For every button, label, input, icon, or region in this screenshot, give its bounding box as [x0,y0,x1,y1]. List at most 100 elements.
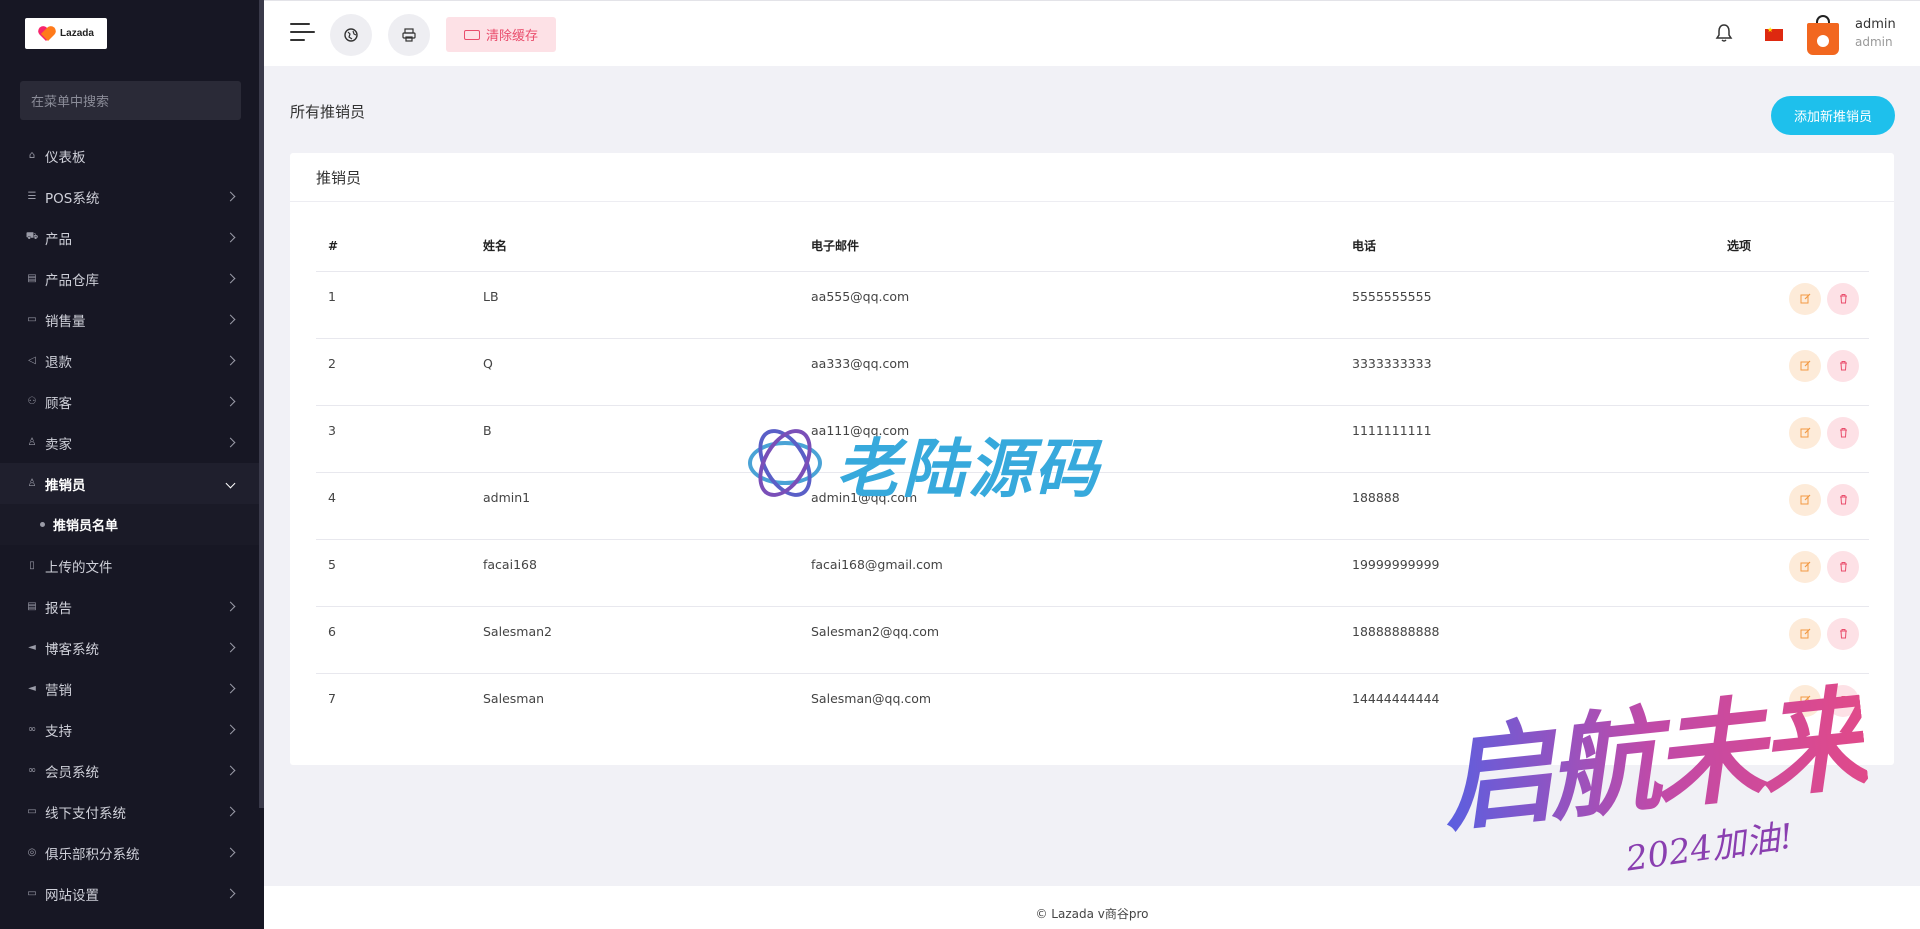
edit-icon [1800,427,1810,438]
notification-button[interactable] [1714,23,1736,45]
sidebar-item[interactable]: ⌂ 仪表板 [0,135,264,176]
edit-button[interactable] [1789,282,1821,315]
edit-button[interactable] [1789,416,1821,449]
user-name[interactable]: admin [1855,17,1896,32]
top-header: 清除缓存 admin admin [264,0,1920,66]
brand-logo[interactable]: Lazada [25,18,107,49]
cell-phone: 188888 [1340,472,1715,540]
chevron-right-icon [225,847,236,858]
sidebar-item-label: 报告 [45,600,72,617]
sidebar-item[interactable]: ◄ 营销 [0,668,264,709]
edit-button[interactable] [1789,483,1821,516]
table-row: 4 admin1 admin1@qq.com 188888 [316,472,1869,540]
edit-button[interactable] [1789,684,1821,717]
delete-button[interactable] [1827,416,1859,449]
cell-name: Salesman [483,690,545,706]
sidebar-item[interactable]: ∞ 会员系统 [0,750,264,791]
cell-email: aa555@qq.com [799,271,1340,339]
edit-button[interactable] [1789,550,1821,583]
chevron-right-icon [225,888,236,899]
delete-button[interactable] [1827,282,1859,315]
cell-num: 7 [328,690,336,706]
delete-button[interactable] [1827,483,1859,516]
delete-button[interactable] [1827,550,1859,583]
salesman-table: # 姓名 电子邮件 电话 选项 1 LB aa555@qq.com 555555555… [316,221,1869,740]
monitor-icon: ▭ [27,888,37,899]
sidebar-item[interactable]: ▭ 线下支付系统 [0,791,264,832]
table-header-row: # 姓名 电子邮件 电话 选项 [316,221,1869,272]
user-avatar[interactable] [1807,15,1839,55]
sidebar-item[interactable]: ▤ 报告 [0,586,264,627]
sidebar-item[interactable]: ◁ 退款 [0,340,264,381]
sidebar-item[interactable]: ▤ 产品仓库 [0,258,264,299]
sidebar-subitem-salesman-list[interactable]: 推销员名单 [0,504,264,545]
sidebar-item-label: 推销员 [45,477,86,494]
cell-phone: 19999999999 [1340,539,1715,607]
cell-phone: 5555555555 [1340,271,1715,339]
header-name: 姓名 [471,221,799,272]
header-email: 电子邮件 [799,221,1340,272]
table-row: 3 Baa111@qq.com 1111111111 [316,405,1869,473]
add-salesman-button[interactable]: 添加新推销员 [1771,96,1895,135]
delete-button[interactable] [1827,617,1859,650]
cell-name: LB [471,271,799,339]
sidebar-item-label: 线下支付系统 [45,805,126,822]
sidebar-item[interactable]: ☰ POS系统 [0,176,264,217]
sidebar-item-label: 俱乐部积分系统 [45,846,140,863]
sidebar-item-label: 产品仓库 [45,272,99,289]
sidebar-item-label: 支持 [45,723,72,740]
refund-icon: ◁ [28,355,36,366]
salesman-card: 推销员 # 姓名 电子邮件 电话 选项 1 LB aa555@qq.com 55555… [290,153,1894,765]
corner-watermark-subtext: 2024加油! [1623,816,1796,880]
globe-button[interactable] [330,14,372,56]
delete-button[interactable] [1827,684,1859,717]
chevron-down-icon [225,478,236,489]
cell-num: 3 [316,405,471,473]
sidebar-item[interactable]: ♙ 推销员 [0,463,264,504]
sidebar-item-label: 退款 [45,354,72,371]
sidebar-item-label: 产品 [45,231,72,248]
cell-email: aa111@qq.com [799,405,1340,473]
chevron-right-icon [225,273,236,284]
chevron-right-icon [225,355,236,366]
edit-icon [1800,695,1810,706]
sidebar-item[interactable]: ▯ 上传的文件 [0,545,264,586]
edit-icon [1800,561,1810,572]
clear-cache-button[interactable]: 清除缓存 [446,17,556,52]
menu-search-input[interactable]: 在菜单中搜索 [20,81,241,120]
trash-icon [1839,495,1847,505]
sidebar-item[interactable]: ▭ 网站设置 [0,873,264,914]
cell-num: 6 [316,606,471,674]
sidebar-item[interactable]: ◎ 俱乐部积分系统 [0,832,264,873]
sidebar-scrollbar[interactable] [259,0,264,808]
cell-options [1715,539,1869,607]
chevron-right-icon [225,601,236,612]
sidebar-item[interactable]: ◄ 博客系统 [0,627,264,668]
table-row: 1 LB aa555@qq.com 5555555555 [316,271,1869,339]
menu-toggle-icon[interactable] [290,23,315,43]
sidebar-item[interactable]: ⛟ 产品 [0,217,264,258]
sidebar-item[interactable]: ⚇ 顾客 [0,381,264,422]
edit-button[interactable] [1789,349,1821,382]
warehouse-icon: ▤ [27,273,37,284]
cell-email: facai168@gmail.com [799,539,1340,607]
cell-email: Salesman2@qq.com [799,606,1340,674]
cell-options [1715,472,1869,540]
chevron-right-icon [225,232,236,243]
print-button[interactable] [388,14,430,56]
sidebar-item[interactable]: ▭ 销售量 [0,299,264,340]
inbox-icon [463,29,480,40]
sidebar-item-label: 博客系统 [45,641,99,658]
language-flag-icon[interactable] [1765,26,1783,41]
sales-icon: ▭ [27,314,37,325]
chevron-right-icon [225,765,236,776]
chevron-right-icon [225,683,236,694]
trash-icon [1839,428,1847,438]
sidebar-item[interactable]: ∞ 支持 [0,709,264,750]
sidebar-item[interactable]: ♙ 卖家 [0,422,264,463]
delete-button[interactable] [1827,349,1859,382]
trash-icon [1839,562,1847,572]
sidebar-item-label: POS系统 [45,190,100,207]
edit-button[interactable] [1789,617,1821,650]
chevron-right-icon [225,396,236,407]
